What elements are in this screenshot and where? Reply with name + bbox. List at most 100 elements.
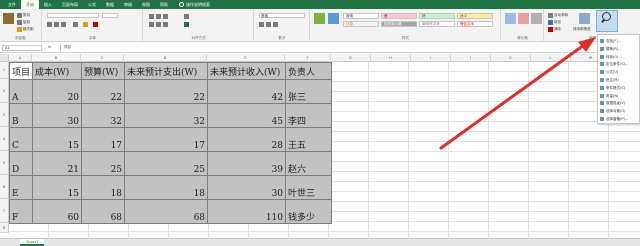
table-cell[interactable]: 17: [124, 127, 209, 152]
style-good[interactable]: 好: [419, 13, 455, 19]
table-cell[interactable]: 68: [81, 199, 126, 224]
row-header-2[interactable]: 2: [0, 79, 9, 103]
column-header-a[interactable]: A: [9, 54, 32, 62]
bold-icon[interactable]: [47, 22, 52, 27]
dropdown-item[interactable]: 查找(F)...: [600, 37, 621, 45]
tab-data[interactable]: 数据: [101, 0, 119, 9]
style-calc[interactable]: 计算: [343, 21, 379, 27]
underline-icon[interactable]: [61, 22, 66, 27]
fill-color-icon[interactable]: [83, 22, 88, 27]
sheet-tab[interactable]: Sheet1: [20, 239, 45, 246]
header-cell[interactable]: 成本(W): [32, 62, 83, 80]
table-cell[interactable]: B: [8, 103, 34, 128]
dropdown-item[interactable]: 替换(R)...: [600, 45, 622, 53]
fill-button[interactable]: 填充: [548, 20, 561, 25]
tab-page-layout[interactable]: 页面布局: [57, 0, 83, 9]
table-cell[interactable]: 王五: [285, 127, 333, 152]
percent-icon[interactable]: [266, 22, 271, 27]
tab-help[interactable]: 帮助: [155, 0, 173, 9]
table-cell[interactable]: 25: [81, 151, 126, 176]
row-header-6[interactable]: 6: [0, 175, 9, 199]
style-neutral[interactable]: 适中: [457, 13, 493, 19]
tab-review[interactable]: 审阅: [119, 0, 137, 9]
style-bad[interactable]: 差: [381, 13, 417, 19]
align-top-icon[interactable]: [149, 14, 154, 19]
row-header-4[interactable]: 4: [0, 127, 9, 151]
format-painter-button[interactable]: 格式刷: [17, 27, 34, 32]
table-cell[interactable]: F: [8, 199, 34, 224]
dropdown-item[interactable]: 数据验证(V): [600, 99, 625, 107]
header-cell[interactable]: 未来预计收入(W): [207, 62, 287, 80]
table-cell[interactable]: 32: [124, 103, 209, 128]
header-cell[interactable]: 负责人: [285, 62, 333, 80]
table-cell[interactable]: 20: [32, 79, 83, 104]
name-box[interactable]: A1: [2, 45, 42, 51]
paste-icon[interactable]: [3, 13, 14, 24]
dropdown-item[interactable]: 选择窗格(P)...: [600, 115, 628, 123]
font-size-select[interactable]: [102, 13, 118, 18]
dropdown-item[interactable]: 转到(G)...: [600, 53, 622, 61]
table-cell[interactable]: 张三: [285, 79, 333, 104]
style-explain[interactable]: 解释性文本: [419, 21, 455, 27]
table-cell[interactable]: 28: [207, 127, 287, 152]
format-as-table-icon[interactable]: [328, 13, 339, 24]
tab-view[interactable]: 视图: [137, 0, 155, 9]
autosum-button[interactable]: 自动求和: [548, 13, 568, 18]
header-cell[interactable]: 预算(W): [81, 62, 126, 80]
tab-formulas[interactable]: 公式: [83, 0, 101, 9]
dropdown-item[interactable]: 定位条件(S)...: [600, 60, 628, 68]
clear-button[interactable]: 清除: [548, 27, 561, 32]
table-cell[interactable]: 45: [207, 103, 287, 128]
insert-cells-icon[interactable]: [505, 13, 516, 24]
table-cell[interactable]: E: [8, 175, 34, 200]
italic-icon[interactable]: [54, 22, 59, 27]
dropdown-item[interactable]: 常量(N): [600, 92, 618, 100]
comma-icon[interactable]: [273, 22, 278, 27]
style-normal[interactable]: 常规: [343, 13, 379, 19]
tab-home[interactable]: 开始: [21, 0, 39, 9]
row-header-5[interactable]: 5: [0, 151, 9, 175]
style-check[interactable]: 检查单元格: [381, 21, 417, 27]
font-name-select[interactable]: [47, 13, 99, 18]
column-header-j[interactable]: J: [451, 54, 491, 62]
font-color-icon[interactable]: [93, 22, 98, 27]
table-cell[interactable]: 60: [32, 199, 83, 224]
table-cell[interactable]: C: [8, 127, 34, 152]
column-header-h[interactable]: H: [371, 54, 411, 62]
row-header-7[interactable]: 7: [0, 199, 9, 223]
wrap-text-icon[interactable]: [184, 14, 189, 19]
table-cell[interactable]: 叶世三: [285, 175, 333, 200]
table-cell[interactable]: A: [8, 79, 34, 104]
header-cell[interactable]: 项目: [8, 62, 34, 80]
column-header-g[interactable]: G: [331, 54, 371, 62]
formula-input[interactable]: 项目: [60, 45, 580, 51]
column-header-e[interactable]: E: [207, 54, 285, 62]
style-warning[interactable]: 警告文本: [457, 21, 493, 27]
number-format-select[interactable]: 常规: [259, 13, 305, 18]
row-header-1[interactable]: 1: [0, 62, 9, 79]
table-cell[interactable]: 18: [81, 175, 126, 200]
table-cell[interactable]: 110: [207, 199, 287, 224]
table-cell[interactable]: 22: [81, 79, 126, 104]
delete-cells-icon[interactable]: [518, 13, 529, 24]
format-cells-icon[interactable]: [531, 13, 542, 24]
table-cell[interactable]: 赵六: [285, 151, 333, 176]
currency-icon[interactable]: [259, 22, 264, 27]
table-cell[interactable]: 22: [124, 79, 209, 104]
table-cell[interactable]: 18: [124, 175, 209, 200]
dropdown-item[interactable]: 批注(M): [600, 76, 619, 84]
merge-center-icon[interactable]: [184, 22, 189, 27]
dropdown-item[interactable]: 公式(U): [600, 68, 618, 76]
sort-filter-label[interactable]: 排序和筛选: [573, 27, 591, 32]
table-cell[interactable]: 30: [32, 103, 83, 128]
select-all-corner[interactable]: [0, 54, 9, 62]
column-header-b[interactable]: B: [32, 54, 81, 62]
dropdown-item[interactable]: 条件格式(C): [600, 84, 625, 92]
table-cell[interactable]: 42: [207, 79, 287, 104]
sort-filter-icon[interactable]: [579, 13, 590, 24]
table-cell[interactable]: 17: [81, 127, 126, 152]
tab-insert[interactable]: 插入: [39, 0, 57, 9]
cut-button[interactable]: 剪切: [17, 13, 30, 18]
align-left-icon[interactable]: [149, 22, 154, 27]
tab-file[interactable]: 文件: [3, 0, 21, 9]
